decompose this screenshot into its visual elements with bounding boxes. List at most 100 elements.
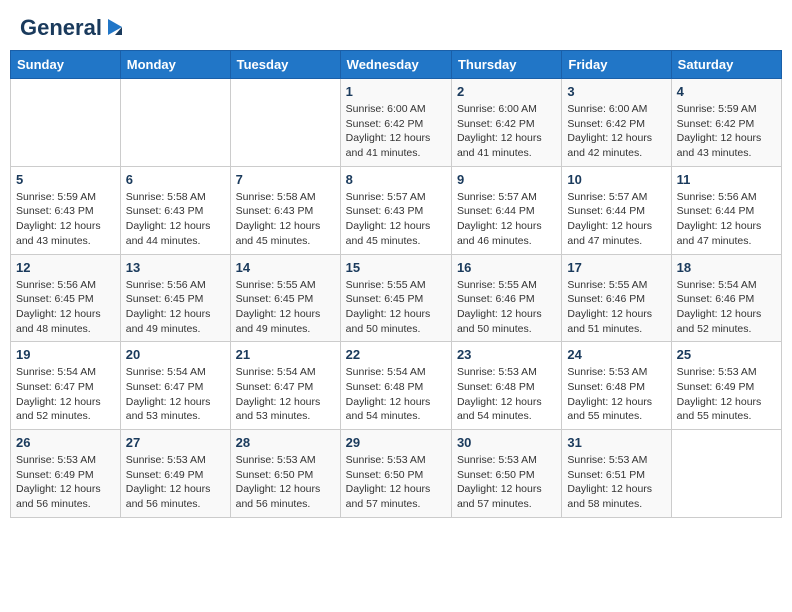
day-number: 10 — [567, 172, 665, 187]
weekday-header-sunday: Sunday — [11, 51, 121, 79]
day-info: Sunrise: 6:00 AMSunset: 6:42 PMDaylight:… — [567, 102, 665, 161]
calendar-cell: 7 Sunrise: 5:58 AMSunset: 6:43 PMDaylight… — [230, 166, 340, 254]
day-number: 11 — [677, 172, 776, 187]
day-info: Sunrise: 5:59 AMSunset: 6:43 PMDaylight:… — [16, 190, 115, 249]
calendar-cell: 24Sunrise: 5:53 AMSunset: 6:48 PMDayligh… — [562, 342, 671, 430]
day-info: Sunrise: 6:00 AMSunset: 6:42 PMDaylight:… — [457, 102, 556, 161]
calendar-week-5: 26 Sunrise: 5:53 AMSunset: 6:49 PMDayligh… — [11, 430, 782, 518]
day-info: Sunrise: 5:55 AMSunset: 6:46 PMDaylight:… — [457, 278, 556, 337]
day-info: Sunrise: 5:58 AMSunset: 6:43 PMDaylight:… — [236, 190, 335, 249]
day-info: Sunrise: 5:55 AMSunset: 6:45 PMDaylight:… — [346, 278, 446, 337]
weekday-header-friday: Friday — [562, 51, 671, 79]
calendar-cell: 19 Sunrise: 5:54 AMSunset: 6:47 PMDayligh… — [11, 342, 121, 430]
calendar-cell: 12 Sunrise: 5:56 AMSunset: 6:45 PMDayligh… — [11, 254, 121, 342]
calendar-cell: 31Sunrise: 5:53 AMSunset: 6:51 PMDayligh… — [562, 430, 671, 518]
calendar-cell: 2 Sunrise: 6:00 AMSunset: 6:42 PMDaylight… — [451, 79, 561, 167]
weekday-header-saturday: Saturday — [671, 51, 781, 79]
day-info: Sunrise: 5:57 AMSunset: 6:44 PMDaylight:… — [567, 190, 665, 249]
calendar-table: SundayMondayTuesdayWednesdayThursdayFrid… — [10, 50, 782, 518]
day-info: Sunrise: 5:54 AMSunset: 6:46 PMDaylight:… — [677, 278, 776, 337]
day-info: Sunrise: 5:53 AMSunset: 6:50 PMDaylight:… — [346, 453, 446, 512]
day-number: 15 — [346, 260, 446, 275]
calendar-week-3: 12 Sunrise: 5:56 AMSunset: 6:45 PMDayligh… — [11, 254, 782, 342]
calendar-cell — [120, 79, 230, 167]
day-number: 30 — [457, 435, 556, 450]
calendar-cell — [11, 79, 121, 167]
calendar-cell: 21 Sunrise: 5:54 AMSunset: 6:47 PMDayligh… — [230, 342, 340, 430]
day-info: Sunrise: 5:57 AMSunset: 6:43 PMDaylight:… — [346, 190, 446, 249]
day-number: 31 — [567, 435, 665, 450]
calendar-cell: 28Sunrise: 5:53 AMSunset: 6:50 PMDayligh… — [230, 430, 340, 518]
day-info: Sunrise: 5:54 AMSunset: 6:47 PMDaylight:… — [126, 365, 225, 424]
calendar-cell: 30 Sunrise: 5:53 AMSunset: 6:50 PMDayligh… — [451, 430, 561, 518]
calendar-cell: 13 Sunrise: 5:56 AMSunset: 6:45 PMDayligh… — [120, 254, 230, 342]
day-info: Sunrise: 5:56 AMSunset: 6:45 PMDaylight:… — [126, 278, 225, 337]
day-info: Sunrise: 5:59 AMSunset: 6:42 PMDaylight:… — [677, 102, 776, 161]
calendar-cell: 23 Sunrise: 5:53 AMSunset: 6:48 PMDayligh… — [451, 342, 561, 430]
calendar-cell: 6Sunrise: 5:58 AMSunset: 6:43 PMDaylight… — [120, 166, 230, 254]
calendar-cell: 4 Sunrise: 5:59 AMSunset: 6:42 PMDaylight… — [671, 79, 781, 167]
day-info: Sunrise: 5:53 AMSunset: 6:50 PMDaylight:… — [457, 453, 556, 512]
day-number: 28 — [236, 435, 335, 450]
day-number: 19 — [16, 347, 115, 362]
calendar-cell: 20 Sunrise: 5:54 AMSunset: 6:47 PMDayligh… — [120, 342, 230, 430]
calendar-cell: 3 Sunrise: 6:00 AMSunset: 6:42 PMDaylight… — [562, 79, 671, 167]
day-number: 13 — [126, 260, 225, 275]
day-number: 12 — [16, 260, 115, 275]
day-number: 25 — [677, 347, 776, 362]
calendar-week-1: 1Sunrise: 6:00 AMSunset: 6:42 PMDaylight… — [11, 79, 782, 167]
day-info: Sunrise: 6:00 AMSunset: 6:42 PMDaylight:… — [346, 102, 446, 161]
day-number: 18 — [677, 260, 776, 275]
day-number: 21 — [236, 347, 335, 362]
day-info: Sunrise: 5:56 AMSunset: 6:45 PMDaylight:… — [16, 278, 115, 337]
calendar-cell: 29 Sunrise: 5:53 AMSunset: 6:50 PMDayligh… — [340, 430, 451, 518]
calendar-cell: 14 Sunrise: 5:55 AMSunset: 6:45 PMDayligh… — [230, 254, 340, 342]
day-number: 16 — [457, 260, 556, 275]
day-info: Sunrise: 5:58 AMSunset: 6:43 PMDaylight:… — [126, 190, 225, 249]
day-number: 4 — [677, 84, 776, 99]
calendar-cell: 27 Sunrise: 5:53 AMSunset: 6:49 PMDayligh… — [120, 430, 230, 518]
calendar-cell: 26 Sunrise: 5:53 AMSunset: 6:49 PMDayligh… — [11, 430, 121, 518]
day-number: 14 — [236, 260, 335, 275]
weekday-header-monday: Monday — [120, 51, 230, 79]
day-info: Sunrise: 5:57 AMSunset: 6:44 PMDaylight:… — [457, 190, 556, 249]
page-header: General — [10, 10, 782, 42]
day-number: 23 — [457, 347, 556, 362]
calendar-cell: 16 Sunrise: 5:55 AMSunset: 6:46 PMDayligh… — [451, 254, 561, 342]
calendar-cell: 17Sunrise: 5:55 AMSunset: 6:46 PMDayligh… — [562, 254, 671, 342]
day-info: Sunrise: 5:53 AMSunset: 6:49 PMDaylight:… — [126, 453, 225, 512]
logo-general: General — [20, 15, 102, 41]
logo: General — [20, 15, 126, 37]
day-number: 22 — [346, 347, 446, 362]
calendar-cell: 18 Sunrise: 5:54 AMSunset: 6:46 PMDayligh… — [671, 254, 781, 342]
weekday-header-wednesday: Wednesday — [340, 51, 451, 79]
day-info: Sunrise: 5:55 AMSunset: 6:45 PMDaylight:… — [236, 278, 335, 337]
day-number: 20 — [126, 347, 225, 362]
day-number: 2 — [457, 84, 556, 99]
day-number: 8 — [346, 172, 446, 187]
day-info: Sunrise: 5:54 AMSunset: 6:47 PMDaylight:… — [236, 365, 335, 424]
calendar-cell: 5Sunrise: 5:59 AMSunset: 6:43 PMDaylight… — [11, 166, 121, 254]
day-number: 7 — [236, 172, 335, 187]
calendar-cell: 1Sunrise: 6:00 AMSunset: 6:42 PMDaylight… — [340, 79, 451, 167]
calendar-cell: 15 Sunrise: 5:55 AMSunset: 6:45 PMDayligh… — [340, 254, 451, 342]
calendar-week-2: 5Sunrise: 5:59 AMSunset: 6:43 PMDaylight… — [11, 166, 782, 254]
weekday-header-row: SundayMondayTuesdayWednesdayThursdayFrid… — [11, 51, 782, 79]
calendar-week-4: 19 Sunrise: 5:54 AMSunset: 6:47 PMDayligh… — [11, 342, 782, 430]
calendar-cell: 22 Sunrise: 5:54 AMSunset: 6:48 PMDayligh… — [340, 342, 451, 430]
day-info: Sunrise: 5:56 AMSunset: 6:44 PMDaylight:… — [677, 190, 776, 249]
logo-icon — [104, 17, 126, 39]
weekday-header-tuesday: Tuesday — [230, 51, 340, 79]
day-number: 26 — [16, 435, 115, 450]
day-info: Sunrise: 5:54 AMSunset: 6:47 PMDaylight:… — [16, 365, 115, 424]
day-info: Sunrise: 5:54 AMSunset: 6:48 PMDaylight:… — [346, 365, 446, 424]
day-info: Sunrise: 5:53 AMSunset: 6:49 PMDaylight:… — [677, 365, 776, 424]
day-info: Sunrise: 5:53 AMSunset: 6:48 PMDaylight:… — [457, 365, 556, 424]
calendar-cell — [230, 79, 340, 167]
weekday-header-thursday: Thursday — [451, 51, 561, 79]
day-info: Sunrise: 5:53 AMSunset: 6:48 PMDaylight:… — [567, 365, 665, 424]
day-info: Sunrise: 5:53 AMSunset: 6:49 PMDaylight:… — [16, 453, 115, 512]
day-number: 3 — [567, 84, 665, 99]
day-number: 27 — [126, 435, 225, 450]
day-number: 29 — [346, 435, 446, 450]
